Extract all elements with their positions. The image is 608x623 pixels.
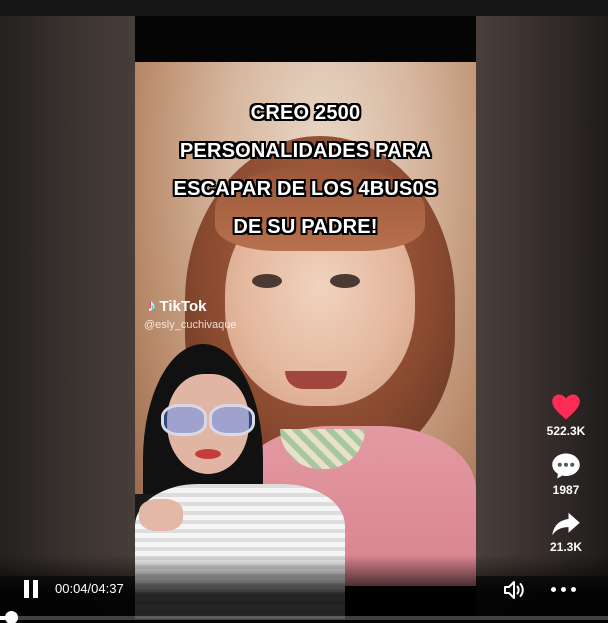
share-count: 21.3K: [549, 540, 583, 554]
child-eye-left: [252, 274, 282, 288]
caption-line: DE SU PADRE!: [233, 216, 378, 238]
action-rail: 522.3K 1987 21.3K: [530, 393, 602, 568]
pause-icon: [24, 580, 29, 598]
video-caption: CREO 2500 PERSONALIDADES PARA ESCAPAR DE…: [135, 94, 476, 246]
player-controls: 00:04/04:37: [0, 574, 608, 604]
watermark-username: @esly_cuchivaque: [144, 319, 237, 331]
volume-icon: [504, 581, 524, 599]
comment-count: 1987: [552, 483, 580, 497]
blurred-backdrop-left: [0, 16, 135, 576]
more-button[interactable]: [551, 587, 576, 592]
time-display: 00:04/04:37: [55, 581, 124, 596]
top-bar: [0, 0, 608, 16]
heart-icon: [552, 394, 580, 420]
video-frame[interactable]: CREO 2500 PERSONALIDADES PARA ESCAPAR DE…: [135, 16, 476, 619]
comment-icon: [552, 453, 580, 479]
caption-line: ESCAPAR DE LOS 4BUS0S: [173, 178, 438, 200]
share-icon: [552, 512, 580, 536]
caption-line: PERSONALIDADES PARA: [179, 140, 432, 162]
like-count: 522.3K: [546, 424, 586, 438]
comment-button[interactable]: 1987: [530, 452, 602, 497]
progress-scrubber[interactable]: [5, 611, 18, 623]
watermark-app-name: TikTok: [159, 297, 207, 315]
progress-bar[interactable]: [0, 616, 608, 620]
child-eye-right: [330, 274, 360, 288]
tiktok-logo-icon: ♪: [147, 296, 156, 315]
creator-glasses: [157, 404, 257, 436]
volume-button[interactable]: [503, 579, 527, 601]
letterbox: [135, 16, 476, 62]
creator-lips: [195, 449, 221, 459]
video-player[interactable]: CREO 2500 PERSONALIDADES PARA ESCAPAR DE…: [0, 0, 608, 623]
more-icon: [551, 587, 556, 592]
creator-hand: [139, 499, 183, 531]
like-button[interactable]: 522.3K: [530, 393, 602, 438]
tiktok-watermark: ♪ TikTok @esly_cuchivaque: [144, 296, 237, 331]
pause-button[interactable]: [22, 580, 40, 598]
caption-line: CREO 2500: [250, 102, 361, 124]
share-button[interactable]: 21.3K: [530, 511, 602, 554]
